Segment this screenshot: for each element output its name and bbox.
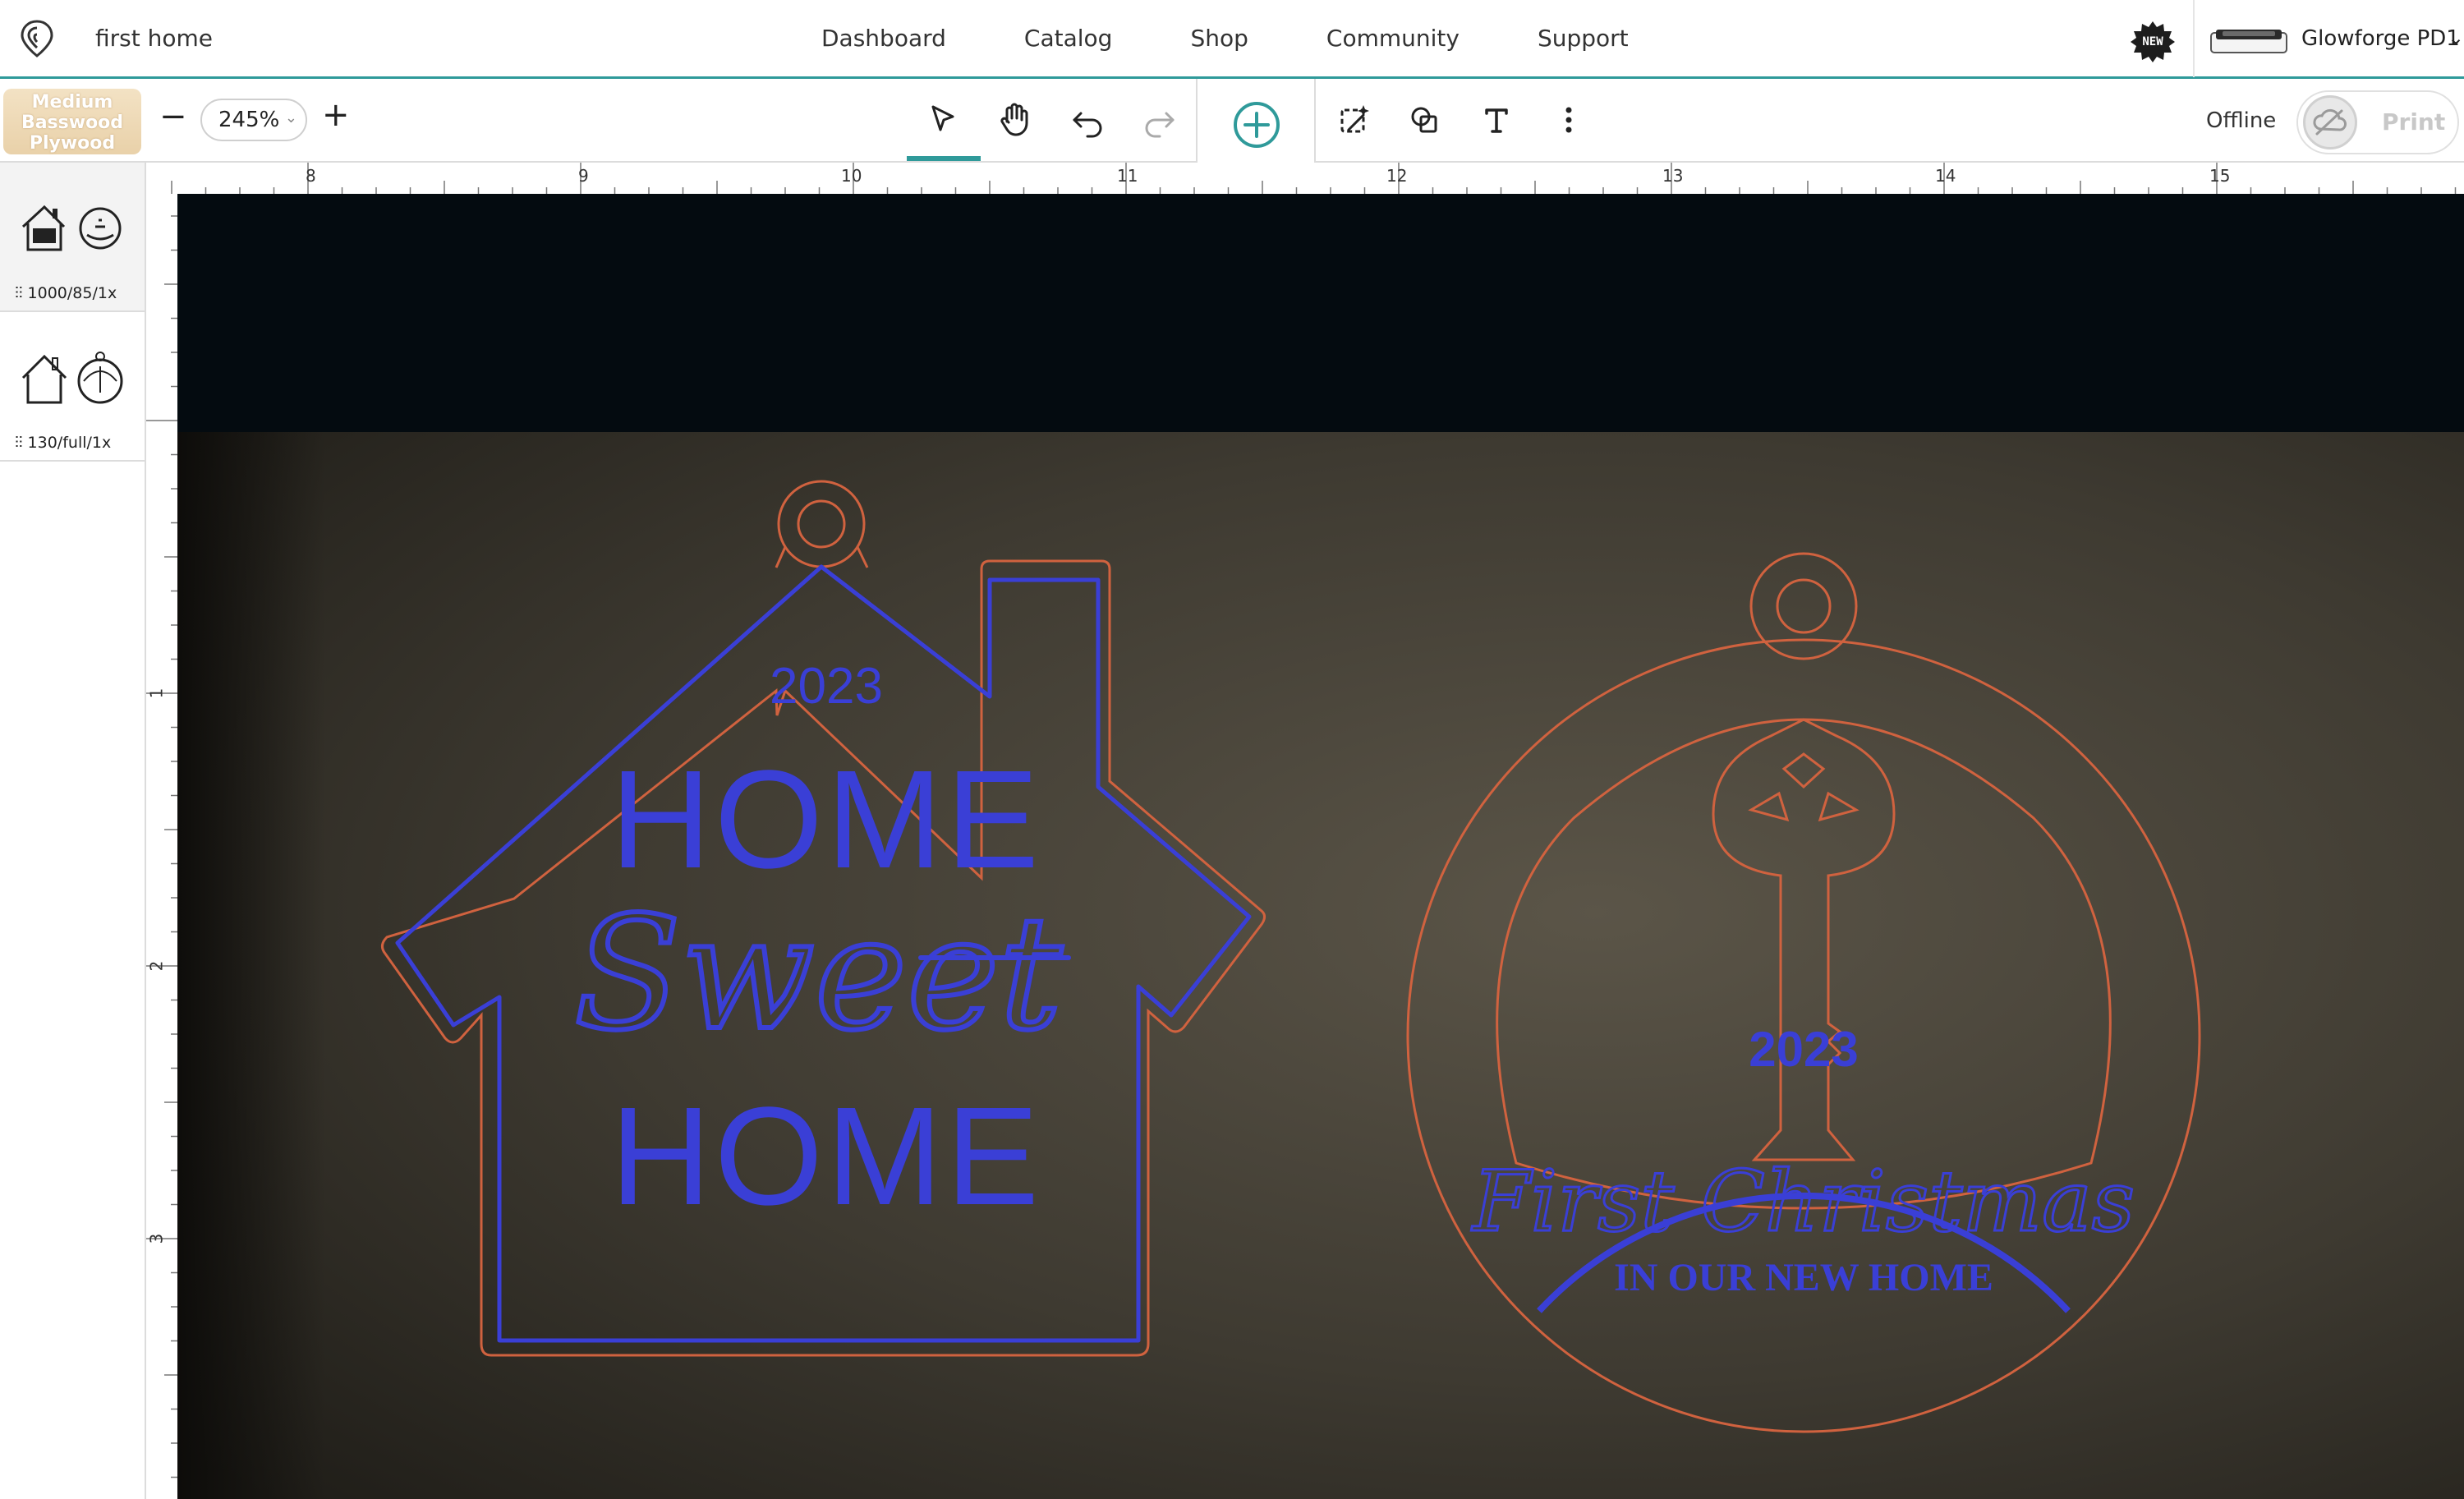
new-badge[interactable]: NEW [2131, 20, 2175, 64]
settings-sliders-icon: ⫶⫶ [15, 284, 28, 302]
ruler-label: 13 [1662, 166, 1684, 186]
active-tool-indicator [907, 156, 981, 161]
ruler-label: 3 [146, 1233, 167, 1244]
connection-status: Offline [2206, 108, 2277, 133]
zoom-in-button[interactable]: + [322, 99, 350, 131]
nav-community[interactable]: Community [1326, 25, 1460, 57]
ruler-top-ticks [171, 163, 2457, 194]
project-title[interactable]: first home [95, 25, 213, 52]
machine-name: Glowforge PD1 [2301, 26, 2460, 51]
toolbar: Medium Basswood Plywood − 245% ⌄ + Offli… [0, 79, 2464, 168]
settings-sliders-icon: ⫶⫶ [15, 434, 28, 452]
ruler-left-ticks [146, 215, 177, 1478]
design-canvas[interactable]: 2023 HOME Sweet HOME 2023 First Christma… [177, 194, 2464, 1499]
redo-icon[interactable] [1137, 97, 1183, 143]
nav-catalog[interactable]: Catalog [1024, 25, 1113, 57]
ruler-label: 14 [1935, 166, 1956, 186]
ruler-label: 11 [1117, 166, 1138, 186]
ruler-top: 8 9 10 11 12 13 14 15 [146, 163, 2464, 194]
house-line3: HOME [610, 1078, 1042, 1235]
house-line1: HOME [610, 742, 1042, 898]
main-nav: Dashboard Catalog Shop Community Support [821, 25, 1707, 57]
chevron-down-icon: ⌄ [284, 109, 297, 126]
nav-divider [2193, 0, 2195, 77]
magic-trace-icon[interactable] [1331, 97, 1377, 143]
nav-support[interactable]: Support [1538, 25, 1629, 57]
machine-selector[interactable]: Glowforge PD1 ⌄ [2208, 18, 2464, 64]
bed-shadow [177, 432, 325, 1499]
top-nav: first home Dashboard Catalog Shop Commun… [0, 0, 2464, 79]
ruler-left: 1 2 3 [146, 194, 177, 1499]
zoom-out-button[interactable]: − [159, 100, 187, 133]
ruler-label: 12 [1386, 166, 1408, 186]
canvas-artwork: 2023 HOME Sweet HOME 2023 First Christma… [177, 194, 2464, 1499]
print-label: Print [2382, 108, 2446, 136]
chevron-down-icon: ⌄ [2448, 26, 2464, 49]
house-line2: Sweet [574, 883, 1063, 1064]
ruler-label: 9 [578, 166, 589, 186]
select-arrow-icon[interactable] [920, 97, 966, 143]
material-chip[interactable]: Medium Basswood Plywood [3, 89, 141, 154]
shapes-icon[interactable] [1401, 97, 1447, 143]
hand-pan-icon[interactable] [992, 97, 1038, 143]
steps-panel: ⫶⫶ 1000/85/1x ⫶⫶ 130/full/1x [0, 163, 146, 1499]
house-year: 2023 [770, 658, 883, 715]
step-cut[interactable]: ⫶⫶ 130/full/1x [0, 312, 145, 462]
step-thumbnail-icon [21, 205, 122, 251]
zoom-select[interactable]: 245% ⌄ [200, 99, 307, 141]
step-setting: ⫶⫶ 1000/85/1x [15, 284, 117, 302]
step-engrave[interactable]: ⫶⫶ 1000/85/1x [0, 163, 145, 312]
zoom-value: 245% [218, 108, 280, 132]
canvas-top-dark [177, 194, 2464, 432]
add-circle-icon [1234, 102, 1280, 148]
new-badge-label: NEW [2142, 35, 2163, 48]
step-thumbnail-icon [21, 352, 123, 404]
glowforge-logo-icon[interactable] [15, 16, 59, 61]
ruler-label: 10 [841, 166, 862, 186]
ruler-label: 2 [146, 960, 167, 972]
nav-shop[interactable]: Shop [1190, 25, 1248, 57]
cloud-offline-icon [2303, 95, 2357, 149]
ruler-label: 8 [306, 166, 316, 186]
printer-device-icon [2210, 30, 2287, 53]
nav-dashboard[interactable]: Dashboard [821, 25, 946, 57]
text-tool-icon[interactable] [1473, 97, 1519, 143]
ornament-year: 2023 [1749, 1022, 1858, 1077]
ornament-script: First Christmas [1471, 1153, 2135, 1251]
ornament-subtitle: IN OUR NEW HOME [1614, 1256, 1993, 1299]
ruler-label: 1 [146, 687, 167, 699]
add-artwork-tab[interactable] [1196, 79, 1316, 168]
more-vertical-icon[interactable] [1546, 97, 1592, 143]
ruler-label: 15 [2209, 166, 2231, 186]
undo-icon[interactable] [1064, 97, 1110, 143]
print-button[interactable]: Print [2296, 90, 2459, 154]
step-setting: ⫶⫶ 130/full/1x [15, 434, 112, 452]
